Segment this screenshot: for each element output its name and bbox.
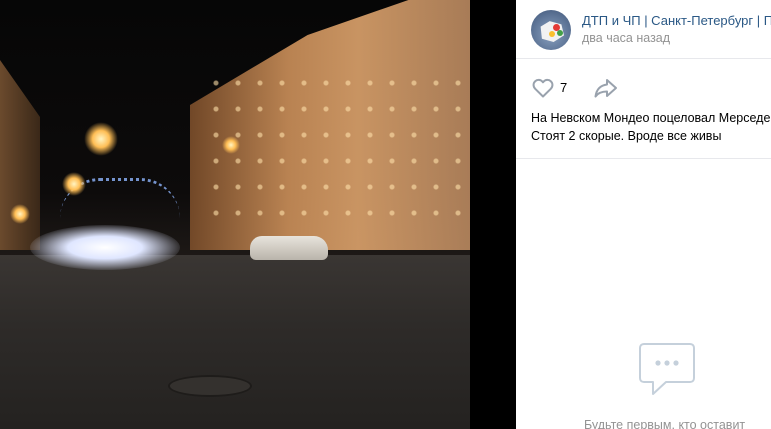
heart-icon[interactable] xyxy=(531,76,555,100)
no-comments-text: Будьте первым, кто оставит xyxy=(584,418,746,429)
manhole-cover xyxy=(168,375,252,397)
street-lamp xyxy=(84,122,118,156)
white-car xyxy=(250,236,328,260)
building-windows xyxy=(205,70,465,220)
road xyxy=(0,255,470,429)
post-photo[interactable] xyxy=(0,0,470,429)
car-headlights xyxy=(30,225,180,270)
post-text-line: Стоят 2 скорые. Вроде все живы xyxy=(531,129,722,143)
post-text-line: На Невском Мондео поцеловал Мерседе xyxy=(531,111,771,125)
post-timestamp[interactable]: два часа назад xyxy=(582,31,670,45)
street-lamp xyxy=(10,204,30,224)
divider xyxy=(516,158,771,159)
share-arrow-icon[interactable] xyxy=(593,77,619,99)
avatar-dot xyxy=(557,30,563,36)
street-lamp xyxy=(62,172,86,196)
like-count: 7 xyxy=(560,80,568,95)
group-avatar[interactable] xyxy=(531,10,571,50)
street-lamp xyxy=(222,136,240,154)
speech-bubble-icon xyxy=(639,343,695,395)
viewer-gap xyxy=(470,0,516,429)
avatar-dot xyxy=(549,31,555,37)
post-text: На Невском Мондео поцеловал Мерседе Стоя… xyxy=(531,109,771,145)
post-sidebar: ДТП и ЧП | Санкт-Петербург | Пи два часа… xyxy=(516,0,771,429)
post-header: ДТП и ЧП | Санкт-Петербург | Пи два часа… xyxy=(516,0,771,59)
group-name-link[interactable]: ДТП и ЧП | Санкт-Петербург | Пи xyxy=(582,13,771,28)
